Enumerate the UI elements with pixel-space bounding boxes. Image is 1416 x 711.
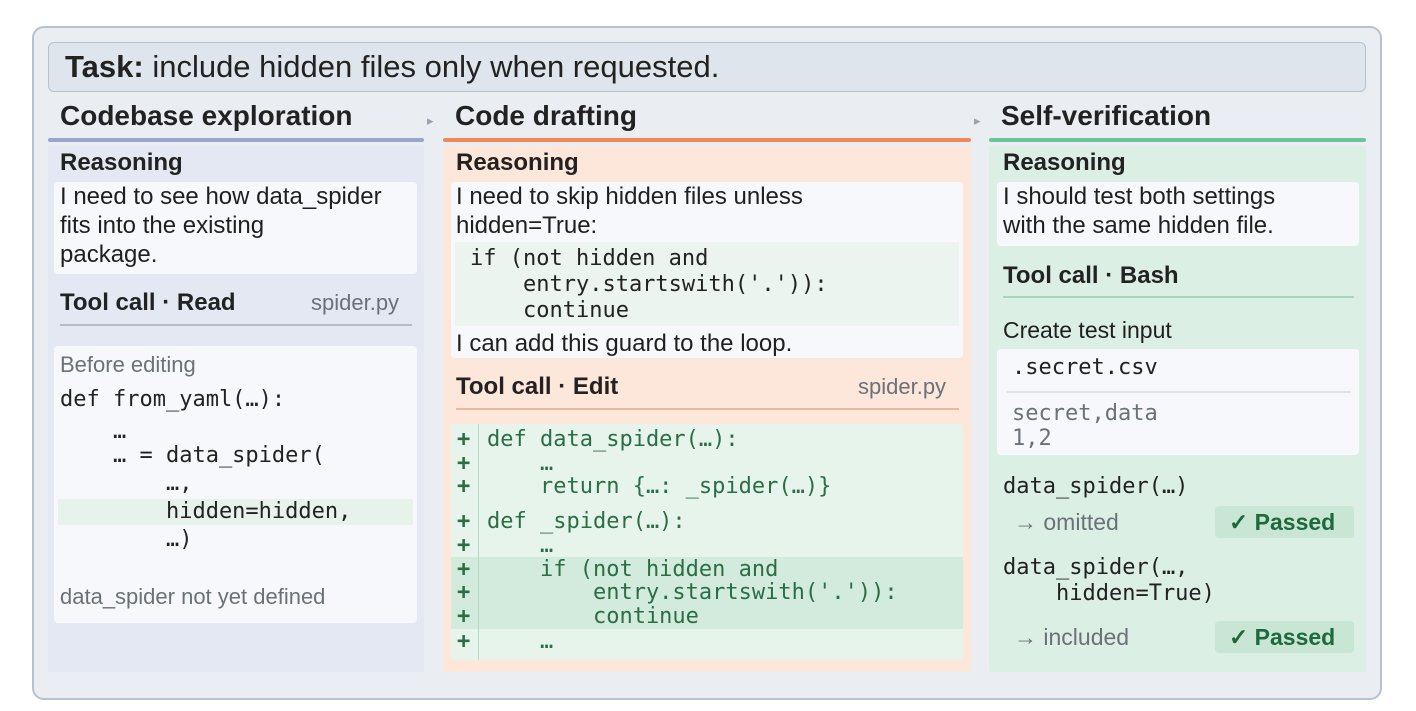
task-banner: Task: include hidden files only when req…: [48, 42, 1366, 92]
plus-marker: +: [457, 557, 471, 582]
reasoning-line: I should test both settings: [1003, 183, 1276, 210]
tool-call-label: Tool call · Edit: [456, 373, 619, 400]
snippet-line: if (not hidden and: [470, 246, 709, 271]
plus-marker: +: [457, 533, 471, 558]
plus-marker: +: [457, 451, 471, 476]
plus-marker: +: [457, 427, 471, 452]
column-title: Self-verification: [1001, 100, 1212, 131]
diff-line: continue: [487, 604, 699, 629]
column-title: Codebase exploration: [60, 100, 353, 131]
reasoning-line: I need to see how data_spider: [60, 183, 382, 210]
snippet-line: continue: [470, 298, 629, 323]
snippet-line: entry.startswith('.')):: [470, 272, 828, 297]
test-filename: .secret.csv: [1012, 355, 1158, 380]
test-result: → omitted: [1014, 509, 1119, 535]
test-result: → included: [1014, 624, 1130, 650]
code-line: def from_yaml(…):: [60, 387, 286, 412]
code-line: …,: [60, 471, 193, 496]
plus-marker: +: [457, 629, 471, 654]
arrow-icon: ▸: [974, 113, 981, 128]
tool-file: spider.py: [858, 374, 947, 399]
tool-file: spider.py: [311, 290, 400, 315]
reasoning-title: Reasoning: [1003, 149, 1126, 176]
passed-badge: ✓ Passed: [1215, 506, 1354, 538]
passed-badge: ✓ Passed: [1215, 621, 1354, 653]
column-header-exploration: Codebase exploration: [48, 98, 424, 142]
file-content-line: secret,data: [1012, 401, 1158, 426]
create-input-label: Create test input: [1003, 317, 1172, 343]
task-text: include hidden files only when requested…: [152, 49, 720, 84]
test-call: data_spider(…): [1003, 474, 1189, 499]
code-line: …: [60, 419, 127, 444]
test-call: data_spider(…,: [1003, 555, 1189, 580]
code-line: …): [60, 527, 193, 552]
divider: [60, 324, 412, 326]
plus-marker: +: [457, 580, 471, 605]
column-rule: [443, 138, 971, 142]
plus-marker: +: [457, 604, 471, 629]
reasoning-line: I need to skip hidden files unless: [456, 183, 803, 210]
diff-line: entry.startswith('.')):: [487, 580, 898, 605]
plus-marker: +: [457, 509, 471, 534]
diff-line: def _spider(…):: [487, 509, 686, 534]
column-title: Code drafting: [455, 100, 637, 131]
before-editing-label: Before editing: [60, 352, 196, 377]
task-label: Task:: [65, 49, 144, 84]
divider: [1007, 391, 1351, 393]
reasoning-line: with the same hidden file.: [1003, 212, 1274, 239]
column-rule: [48, 138, 424, 142]
tool-call-label: Tool call · Read: [60, 289, 236, 316]
diff-line: return {…: _spider(…)}: [487, 474, 832, 499]
arrow-icon: ▸: [427, 113, 434, 128]
diff-line: if (not hidden and: [487, 557, 779, 582]
note: data_spider not yet defined: [60, 584, 326, 609]
reasoning-line: fits into the existing: [60, 212, 265, 239]
plus-marker: +: [457, 474, 471, 499]
reasoning-line: hidden=True:: [456, 212, 598, 239]
test-call: hidden=True): [1003, 581, 1215, 606]
column-header-drafting: Code drafting: [443, 98, 971, 142]
divider: [456, 408, 959, 410]
diff-line: …: [487, 533, 554, 558]
reasoning-title: Reasoning: [456, 149, 579, 176]
file-content-line: 1,2: [1012, 426, 1052, 451]
diff-line: def data_spider(…):: [487, 427, 739, 452]
tool-call-label: Tool call · Bash: [1003, 262, 1179, 289]
column-rule: [989, 138, 1366, 142]
reasoning-line: package.: [60, 241, 158, 268]
column-header-verification: Self-verification: [989, 98, 1366, 142]
reasoning-title: Reasoning: [60, 149, 183, 176]
code-line: hidden=hidden,: [60, 499, 352, 524]
diff-line: …: [487, 629, 554, 654]
divider: [1003, 296, 1354, 298]
reasoning-line: I can add this guard to the loop.: [456, 330, 793, 357]
diff-gutter: [478, 424, 479, 660]
code-line: … = data_spider(: [60, 443, 325, 468]
diff-line: …: [487, 451, 554, 476]
